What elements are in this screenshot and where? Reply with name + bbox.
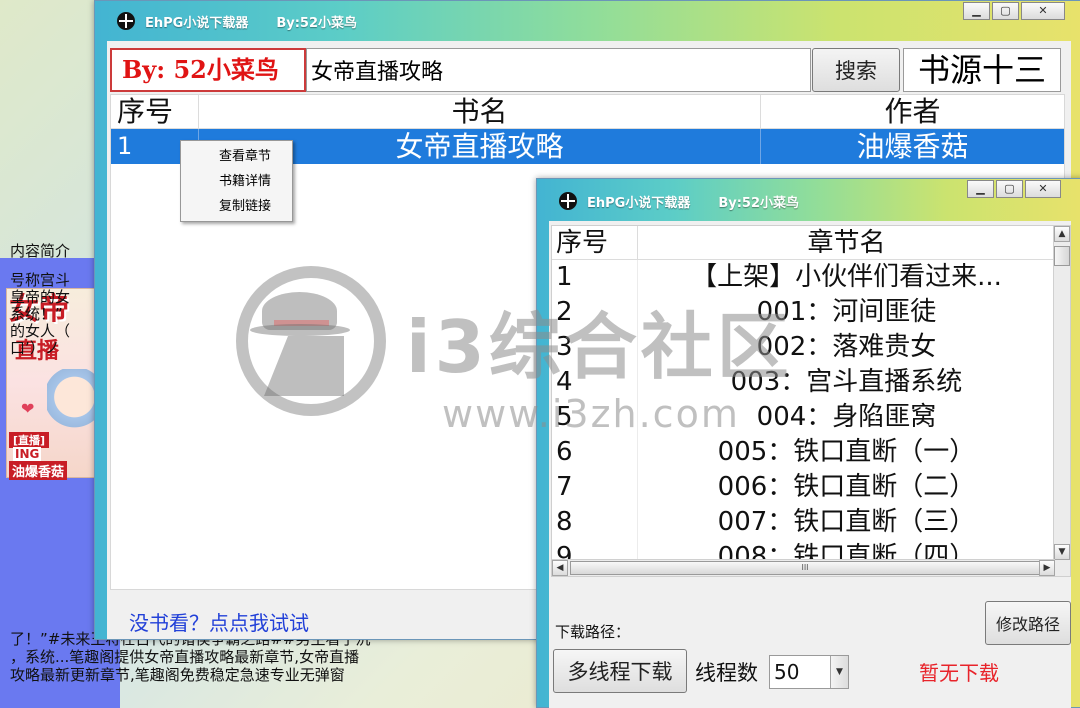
chapter-window: EhPG小说下载器 By:52小菜鸟 ▁ ▢ ✕ 序号 章节名 1 【上架】小伙伴… (536, 178, 1080, 708)
chapter-row[interactable]: 2 001：河间匪徒 (552, 295, 1070, 330)
chapter-close-button[interactable]: ✕ (1025, 180, 1061, 198)
thread-count-label: 线程数 (695, 661, 758, 685)
chapter-name: 【上架】小伙伴们看过来... (638, 260, 1056, 295)
minimize-button[interactable]: ▁ (963, 2, 990, 20)
cover-tag-live: [直播] (9, 432, 50, 448)
vertical-scrollbar[interactable]: ▲ ▼ (1053, 226, 1070, 576)
context-menu: 查看章节 书籍详情 复制链接 (180, 140, 293, 222)
thread-count-select[interactable]: 50 ▼ (769, 655, 849, 689)
search-input[interactable] (306, 48, 811, 92)
header-name[interactable]: 书名 (199, 95, 761, 128)
chapter-window-controls: ▁ ▢ ✕ (965, 180, 1061, 198)
chapter-app-icon (559, 192, 577, 210)
random-book-link[interactable]: 没书看？点点我试试 (129, 607, 309, 636)
chapter-name: 006：铁口直断（二） (638, 470, 1056, 505)
chevron-down-icon[interactable]: ▼ (830, 656, 848, 688)
menu-item-book-details[interactable]: 书籍详情 (181, 169, 292, 194)
chapter-minimize-button[interactable]: ▁ (967, 180, 994, 198)
chapter-name: 001：河间匪徒 (638, 295, 1056, 330)
maximize-button[interactable]: ▢ (992, 2, 1019, 20)
chapter-index: 3 (552, 330, 638, 365)
menu-item-copy-link[interactable]: 复制链接 (181, 194, 292, 219)
row-author: 油爆香菇 (856, 130, 969, 163)
chapter-window-author: By:52小菜鸟 (718, 195, 800, 211)
chapter-index: 2 (552, 295, 638, 330)
cover-tag-author: 油爆香菇 (9, 461, 68, 480)
chapter-row[interactable]: 1 【上架】小伙伴们看过来... (552, 260, 1070, 295)
table-header: 序号 书名 作者 (111, 95, 1064, 129)
chapter-client-area: 序号 章节名 1 【上架】小伙伴们看过来... 2 001：河间匪徒 3 002：落难贵女… (549, 221, 1071, 708)
window-title: EhPG小说下载器 (145, 15, 249, 31)
chapter-name: 003：宫斗直播系统 (638, 365, 1056, 400)
close-button[interactable]: ✕ (1021, 2, 1065, 20)
source-label[interactable]: 书源十三 (903, 48, 1061, 92)
chapter-row[interactable]: 8 007：铁口直断（三） (552, 505, 1070, 540)
scroll-left-icon[interactable]: ◀ (552, 560, 568, 576)
chapter-row[interactable]: 4 003：宫斗直播系统 (552, 365, 1070, 400)
search-button[interactable]: 搜索 (812, 48, 900, 92)
chapter-index: 8 (552, 505, 638, 540)
chapter-row[interactable]: 6 005：铁口直断（一） (552, 435, 1070, 470)
download-status: 暂无下载 (919, 661, 999, 685)
header-author[interactable]: 作者 (761, 95, 1064, 128)
chapter-window-title: EhPG小说下载器 (587, 195, 691, 211)
change-path-button[interactable]: 修改路径 (985, 601, 1071, 645)
chapter-index: 7 (552, 470, 638, 505)
chapter-index: 4 (552, 365, 638, 400)
horizontal-scrollbar[interactable]: ◀ III ▶ (552, 559, 1055, 576)
download-path-label: 下载路径： (555, 623, 631, 641)
cover-tag-ing: ING (13, 447, 42, 461)
heart-icon: ❤ (21, 399, 35, 418)
chapter-row[interactable]: 5 004：身陷匪窝 (552, 400, 1070, 435)
chapter-table: 序号 章节名 1 【上架】小伙伴们看过来... 2 001：河间匪徒 3 002：落难贵女… (551, 225, 1071, 577)
multithread-download-button[interactable]: 多线程下载 (553, 649, 687, 693)
app-icon (117, 12, 135, 30)
chapter-name: 007：铁口直断（三） (638, 505, 1056, 540)
chapter-name: 005：铁口直断（一） (638, 435, 1056, 470)
chapter-index: 1 (552, 260, 638, 295)
chapter-row[interactable]: 3 002：落难贵女 (552, 330, 1070, 365)
main-titlebar[interactable]: EhPG小说下载器 By:52小菜鸟 (95, 1, 1080, 41)
chapter-rows: 1 【上架】小伙伴们看过来... 2 001：河间匪徒 3 002：落难贵女 4 003：宫斗… (552, 260, 1070, 575)
chapter-maximize-button[interactable]: ▢ (996, 180, 1023, 198)
scroll-up-icon[interactable]: ▲ (1054, 226, 1070, 242)
chapter-table-header: 序号 章节名 (552, 226, 1070, 260)
chapter-index: 5 (552, 400, 638, 435)
intro-heading: 内容简介 (10, 242, 71, 260)
chapter-name: 004：身陷匪窝 (638, 400, 1056, 435)
thread-count-value: 50 (774, 660, 800, 684)
vertical-scroll-thumb[interactable] (1054, 246, 1070, 266)
chapter-header-index[interactable]: 序号 (552, 226, 638, 259)
header-index[interactable]: 序号 (111, 95, 199, 128)
chapter-index: 6 (552, 435, 638, 470)
chapter-name: 002：落难贵女 (638, 330, 1056, 365)
scroll-down-icon[interactable]: ▼ (1054, 544, 1070, 560)
author-label: By: 52小菜鸟 (110, 48, 306, 92)
window-controls: ▁ ▢ ✕ (961, 2, 1065, 20)
chapter-header-name[interactable]: 章节名 (638, 226, 1056, 259)
window-title-author: By:52小菜鸟 (276, 15, 358, 31)
chapter-row[interactable]: 7 006：铁口直断（二） (552, 470, 1070, 505)
menu-item-view-chapters[interactable]: 查看章节 (181, 144, 292, 169)
horizontal-scroll-thumb[interactable]: III (570, 561, 1040, 575)
scroll-right-icon[interactable]: ▶ (1039, 560, 1055, 576)
